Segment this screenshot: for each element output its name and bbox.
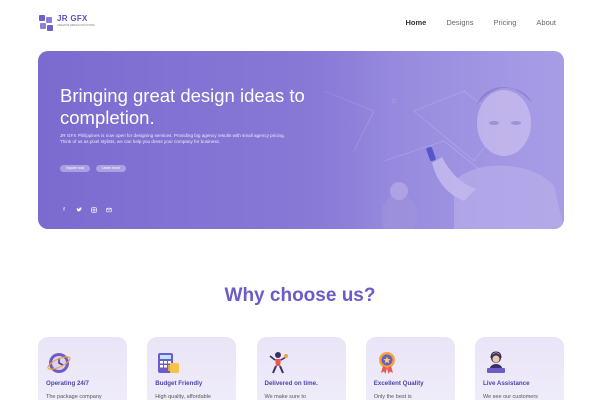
learn-more-button[interactable]: Learn more — [96, 165, 127, 172]
award-medal-icon — [378, 352, 395, 374]
feature-card: Budget Friendly High quality, affordable — [147, 337, 237, 400]
feature-text: Only the best is — [373, 394, 412, 400]
feature-card: Delivered on time. We make sure to — [256, 337, 346, 400]
hero-banner: Bringing great design ideas to completio… — [38, 51, 564, 229]
twitter-icon[interactable] — [76, 207, 82, 213]
feature-card: Operating 24/7 The package company — [38, 337, 127, 400]
feature-title: Delivered on time. — [264, 380, 318, 387]
social-links: f — [61, 207, 112, 213]
nav-pricing[interactable]: Pricing — [493, 18, 516, 27]
instagram-icon[interactable] — [91, 207, 97, 213]
brand-logo[interactable]: JR GFX CREATIVE DESIGN SOLUTIONS — [39, 15, 95, 31]
feature-title: Live Assistance — [483, 380, 530, 387]
why-choose-us-heading: Why choose us? — [224, 285, 376, 306]
rocket-person-icon — [269, 352, 288, 374]
feature-text: High quality, affordable — [155, 394, 211, 400]
logo-icon — [39, 15, 53, 31]
nav-home[interactable]: Home — [406, 18, 427, 27]
features-list: Operating 24/7 The package company Budge… — [38, 337, 564, 400]
hero-description: JR GFX Philippines is now open for desig… — [60, 133, 285, 145]
email-icon[interactable] — [106, 207, 112, 213]
feature-title: Budget Friendly — [155, 380, 203, 387]
hero-photo — [264, 51, 564, 229]
support-agent-icon — [487, 351, 505, 373]
hero-title: Bringing great design ideas to completio… — [60, 85, 305, 128]
feature-text: We make sure to — [264, 394, 306, 400]
brand-tagline: CREATIVE DESIGN SOLUTIONS — [57, 24, 95, 27]
nav-designs[interactable]: Designs — [446, 18, 473, 27]
feature-title: Excellent Quality — [373, 380, 424, 387]
feature-text: The package company — [46, 394, 102, 400]
feature-card: Excellent Quality Only the best is — [365, 337, 455, 400]
brand-name: JR GFX — [57, 14, 88, 23]
nav-about[interactable]: About — [536, 18, 556, 27]
feature-title: Operating 24/7 — [46, 380, 89, 387]
clock-icon — [47, 353, 71, 373]
feature-text: We see our customers — [483, 394, 538, 400]
top-navbar: JR GFX CREATIVE DESIGN SOLUTIONS Home De… — [0, 0, 600, 48]
calculator-icon — [158, 353, 180, 373]
feature-card: Live Assistance We see our customers — [475, 337, 564, 400]
inquire-now-button[interactable]: Inquire now — [60, 165, 91, 172]
main-menu: Home Designs Pricing About — [406, 18, 557, 27]
hero-actions: Inquire now Learn more — [60, 165, 127, 172]
facebook-icon[interactable]: f — [61, 207, 67, 213]
